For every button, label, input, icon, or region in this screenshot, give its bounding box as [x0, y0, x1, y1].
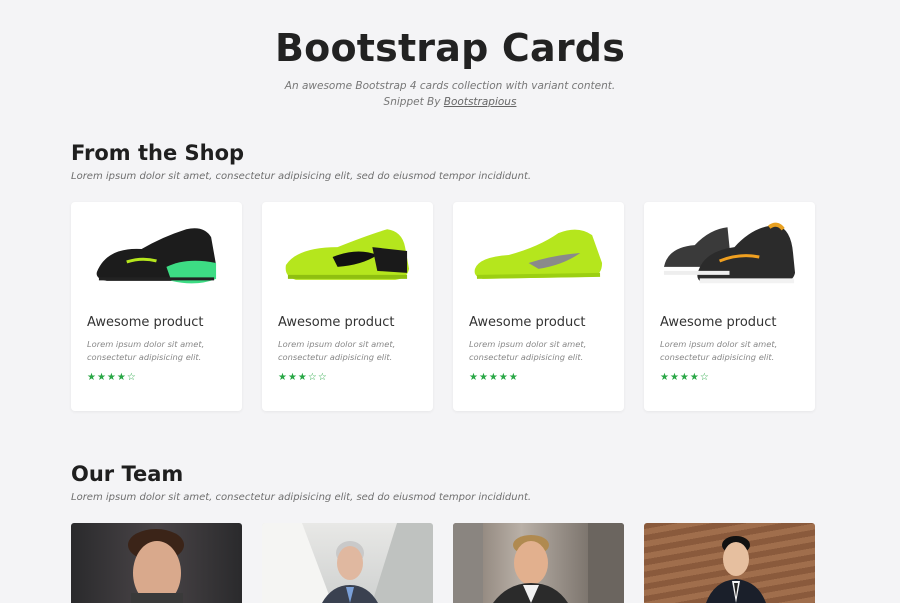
product-card[interactable]: Awesome product Lorem ipsum dolor sit am…	[262, 202, 433, 411]
team-member-card[interactable]	[453, 523, 624, 603]
team-cards	[71, 523, 815, 603]
portrait-man-in-suit-image	[706, 536, 766, 603]
star-rating: ★★★☆☆	[278, 372, 328, 383]
product-card[interactable]: Awesome product Lorem ipsum dolor sit am…	[71, 202, 242, 411]
team-description: Lorem ipsum dolor sit amet, consectetur …	[71, 492, 532, 503]
snippet-prefix: Snippet By	[383, 96, 444, 108]
shop-heading: From the Shop	[71, 141, 245, 165]
snippet-credit: Snippet By Bootstrapious	[0, 94, 900, 110]
product-image-neon-tennis-sneaker	[469, 202, 608, 312]
product-title: Awesome product	[660, 315, 777, 330]
product-image-neon-black-sneaker	[278, 202, 417, 312]
shop-description: Lorem ipsum dolor sit amet, consectetur …	[71, 171, 532, 182]
team-member-card[interactable]	[644, 523, 815, 603]
page-subtitle: An awesome Bootstrap 4 cards collection …	[0, 78, 900, 110]
subtitle-text: An awesome Bootstrap 4 cards collection …	[284, 80, 616, 92]
product-text: Lorem ipsum dolor sit amet, consectetur …	[278, 339, 396, 362]
product-card[interactable]: Awesome product Lorem ipsum dolor sit am…	[453, 202, 624, 411]
star-rating: ★★★★★	[469, 372, 519, 383]
bootstrapious-link[interactable]: Bootstrapious	[444, 96, 517, 108]
star-rating: ★★★★☆	[660, 372, 710, 383]
shop-section-header: From the Shop Lorem ipsum dolor sit amet…	[71, 141, 831, 182]
team-member-card[interactable]	[262, 523, 433, 603]
product-text: Lorem ipsum dolor sit amet, consectetur …	[469, 339, 587, 362]
product-text: Lorem ipsum dolor sit amet, consectetur …	[87, 339, 205, 362]
team-member-card[interactable]	[71, 523, 242, 603]
product-image-grey-orange-sneaker	[660, 202, 799, 312]
team-heading: Our Team	[71, 462, 184, 486]
product-title: Awesome product	[87, 315, 204, 330]
team-section-header: Our Team Lorem ipsum dolor sit amet, con…	[71, 462, 831, 503]
page-header: Bootstrap Cards An awesome Bootstrap 4 c…	[0, 0, 900, 110]
product-image-black-green-sneaker	[87, 202, 226, 312]
product-title: Awesome product	[469, 315, 586, 330]
portrait-grey-haired-man-image	[262, 523, 433, 603]
product-title: Awesome product	[278, 315, 395, 330]
star-rating: ★★★★☆	[87, 372, 137, 383]
product-cards: Awesome product Lorem ipsum dolor sit am…	[71, 202, 815, 411]
product-text: Lorem ipsum dolor sit amet, consectetur …	[660, 339, 778, 362]
page-title: Bootstrap Cards	[274, 26, 626, 70]
portrait-young-man-image	[128, 529, 184, 603]
portrait-smiling-man-image	[453, 523, 624, 603]
product-card[interactable]: Awesome product Lorem ipsum dolor sit am…	[644, 202, 815, 411]
